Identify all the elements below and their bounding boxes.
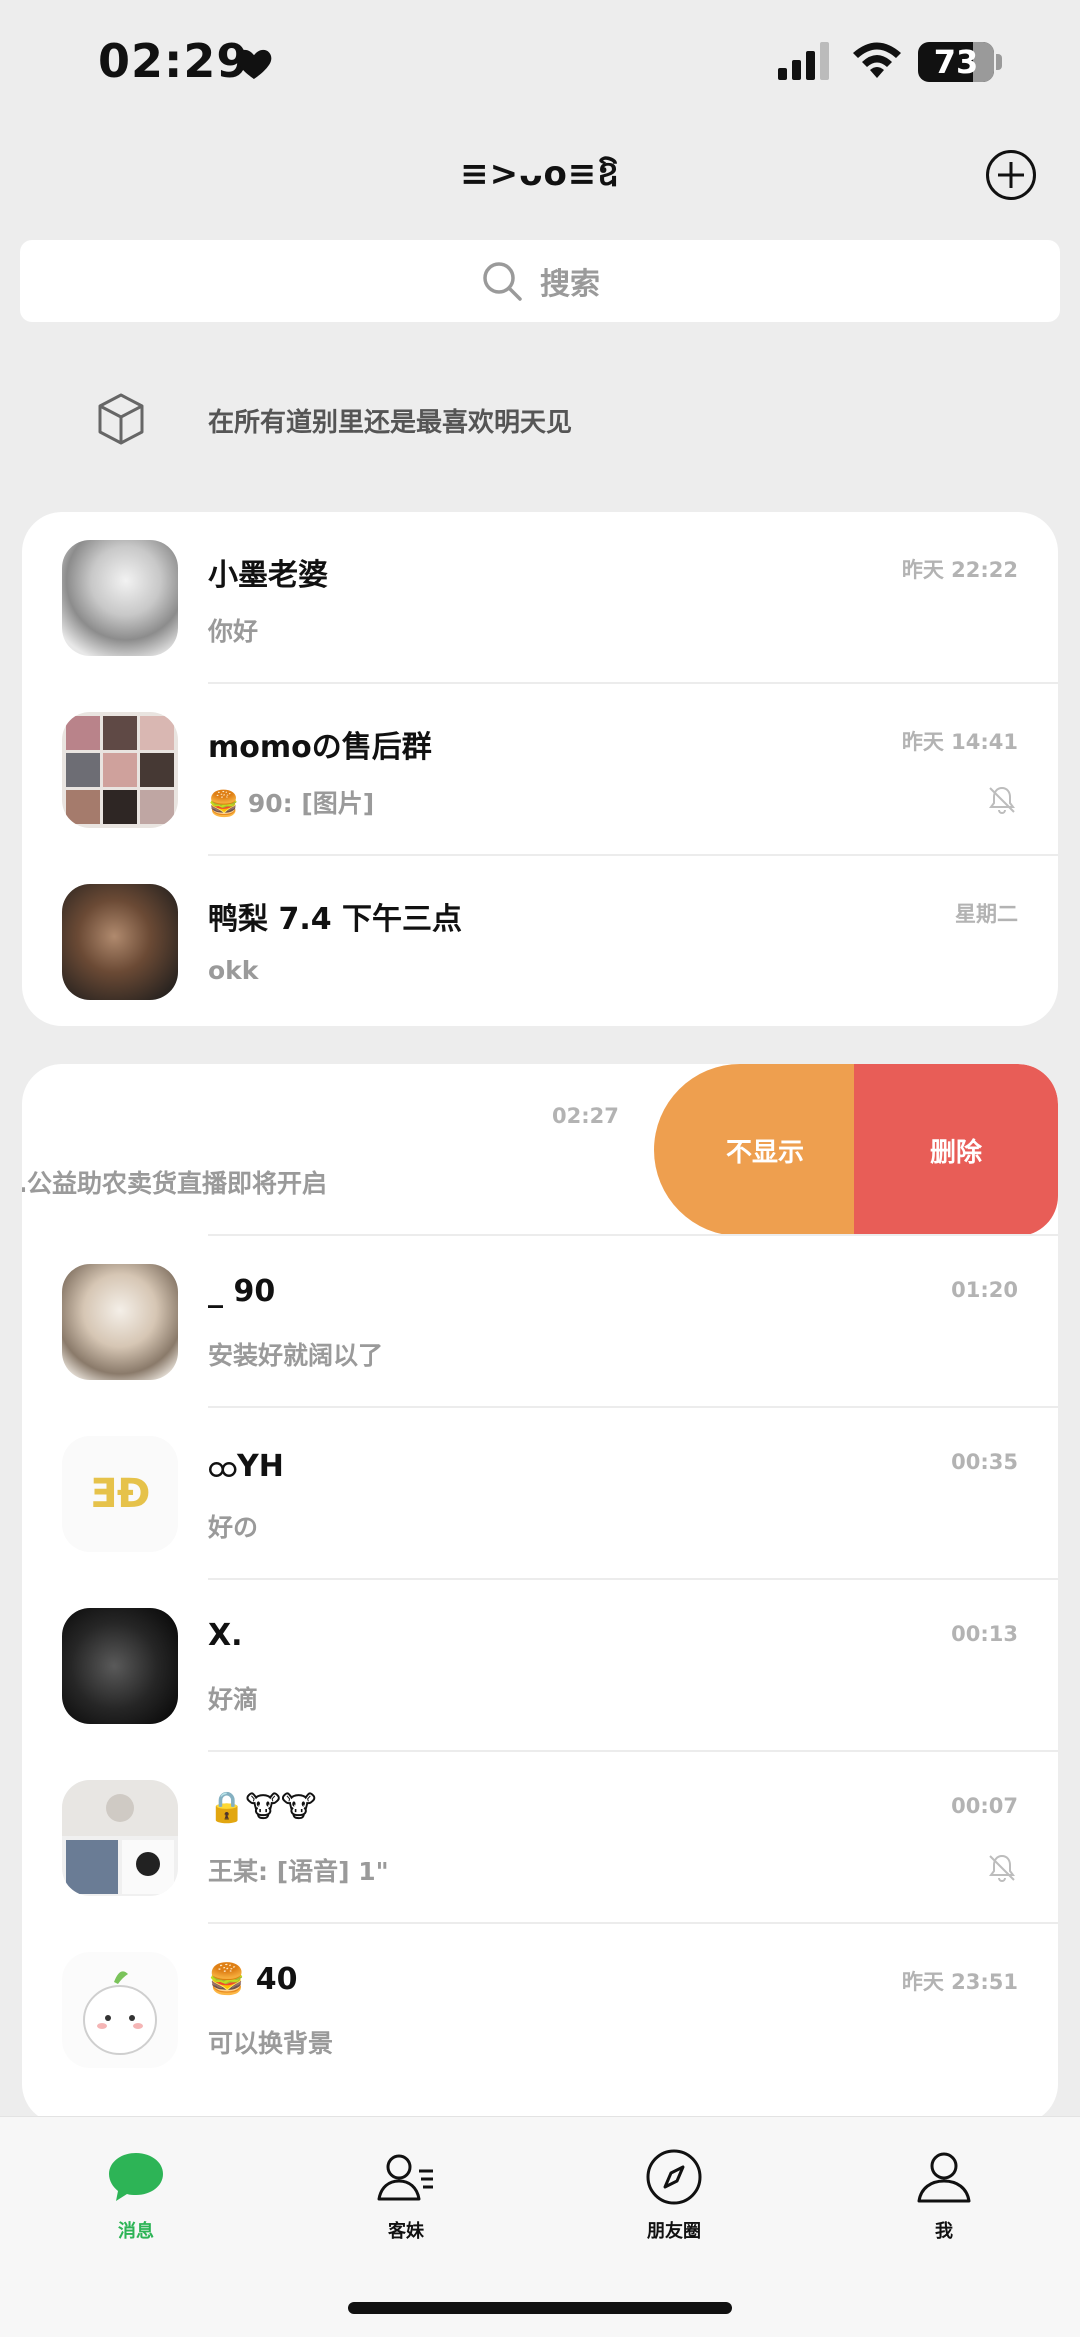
chat-row[interactable]: 鸭梨 7.4 下午三点 okk 星期二 <box>22 856 1058 1026</box>
chat-row[interactable]: 🔒🐮🐮 王某: [语音] 1" 00:07 <box>22 1752 1058 1924</box>
chat-time: 00:35 <box>951 1450 1018 1474</box>
chat-preview: 好滴 <box>208 1685 259 1714</box>
chat-name: 🔒🐮🐮 <box>208 1790 317 1825</box>
chat-row[interactable]: ƎÐ ထYH 好の 00:35 <box>22 1408 1058 1580</box>
home-indicator <box>348 2302 732 2314</box>
chats-card: 02:27 …公益助农卖货直播即将开启 不显示 删除 _ 90 安装好就阔以了 … <box>22 1064 1058 2124</box>
contacts-icon <box>377 2154 433 2201</box>
chat-name: X. <box>208 1618 243 1653</box>
avatar <box>62 1608 178 1724</box>
tab-contacts[interactable]: 客妹 <box>326 2147 486 2243</box>
chat-row[interactable]: 🍔 40 可以换背景 昨天 23:51 <box>22 1924 1058 2096</box>
avatar <box>62 884 178 1000</box>
chat-preview: 安装好就阔以了 <box>208 1341 384 1370</box>
chat-preview: 好の <box>208 1513 259 1542</box>
chat-preview: 王某: [语音] 1" <box>208 1857 389 1886</box>
battery-indicator: 73 <box>918 42 994 82</box>
chat-preview: 🍔 90: [图片] <box>208 789 375 818</box>
chat-name: 🍔 40 <box>208 1962 298 1997</box>
status-text: 在所有道别里还是最喜欢明天见 <box>208 408 573 438</box>
chat-time: 00:07 <box>951 1794 1018 1818</box>
heart-icon <box>236 49 272 79</box>
bell-muted-icon <box>989 786 1015 814</box>
person-icon <box>917 2152 971 2203</box>
avatar <box>62 540 178 656</box>
search-placeholder: 搜索 <box>540 267 600 302</box>
chat-time: 昨天 23:51 <box>901 1970 1018 1994</box>
chat-time: 01:20 <box>951 1278 1018 1302</box>
status-time: 02:29 <box>98 34 250 88</box>
avatar <box>62 1264 178 1380</box>
chat-time: 02:27 <box>552 1104 619 1128</box>
chat-name: 鸭梨 7.4 下午三点 <box>208 902 463 937</box>
group-avatar <box>62 1780 178 1896</box>
chat-name: 小墨老婆 <box>208 558 328 593</box>
chat-time: 00:13 <box>951 1622 1018 1646</box>
chat-name: momoの售后群 <box>208 730 432 765</box>
wifi-icon <box>853 42 901 78</box>
signal-icon <box>778 42 829 80</box>
chat-time: 昨天 22:22 <box>901 558 1018 582</box>
group-avatar <box>62 712 178 828</box>
tab-messages[interactable]: 消息 <box>56 2147 216 2243</box>
chat-time: 星期二 <box>955 902 1018 926</box>
chat-bubble-icon <box>109 2153 163 2201</box>
chat-preview: 你好 <box>208 617 259 646</box>
chat-row[interactable]: momoの售后群 🍔 90: [图片] 昨天 14:41 <box>22 684 1058 856</box>
status-bar: 02:29 73 <box>0 0 1080 120</box>
cube-icon <box>98 393 144 445</box>
chat-row[interactable]: _ 90 安装好就阔以了 01:20 <box>22 1236 1058 1408</box>
chat-name: ထYH <box>208 1449 284 1484</box>
delete-button[interactable]: 删除 <box>854 1064 1058 1236</box>
tab-moments[interactable]: 朋友圈 <box>594 2147 754 2243</box>
page-title: ≡>ᴗo≡ឱ <box>460 154 620 194</box>
chat-time: 昨天 14:41 <box>901 730 1018 754</box>
chat-preview: 可以换背景 <box>208 2029 334 2058</box>
chat-row[interactable]: X. 好滴 00:13 <box>22 1580 1058 1752</box>
swiped-chat-row[interactable]: 02:27 …公益助农卖货直播即将开启 不显示 删除 <box>22 1064 1058 1236</box>
pinned-chats-card: 小墨老婆 你好 昨天 22:22 momoの售后群 🍔 90: [图片] 昨天 … <box>22 512 1058 1026</box>
avatar: ƎÐ <box>62 1436 178 1552</box>
chat-row[interactable]: 小墨老婆 你好 昨天 22:22 <box>22 512 1058 684</box>
chat-preview: okk <box>208 956 259 985</box>
chat-preview: …公益助农卖货直播即将开启 <box>22 1169 328 1198</box>
chat-name: _ 90 <box>208 1274 276 1309</box>
compass-icon <box>646 2149 702 2205</box>
search-icon <box>483 262 522 301</box>
status-row[interactable]: 在所有道别里还是最喜欢明天见 <box>0 380 1080 460</box>
search-bar[interactable]: 搜索 <box>20 240 1060 322</box>
avatar <box>62 1952 178 2068</box>
bell-muted-icon <box>989 1854 1015 1882</box>
add-button[interactable] <box>986 150 1036 200</box>
tab-me[interactable]: 我 <box>864 2147 1024 2243</box>
